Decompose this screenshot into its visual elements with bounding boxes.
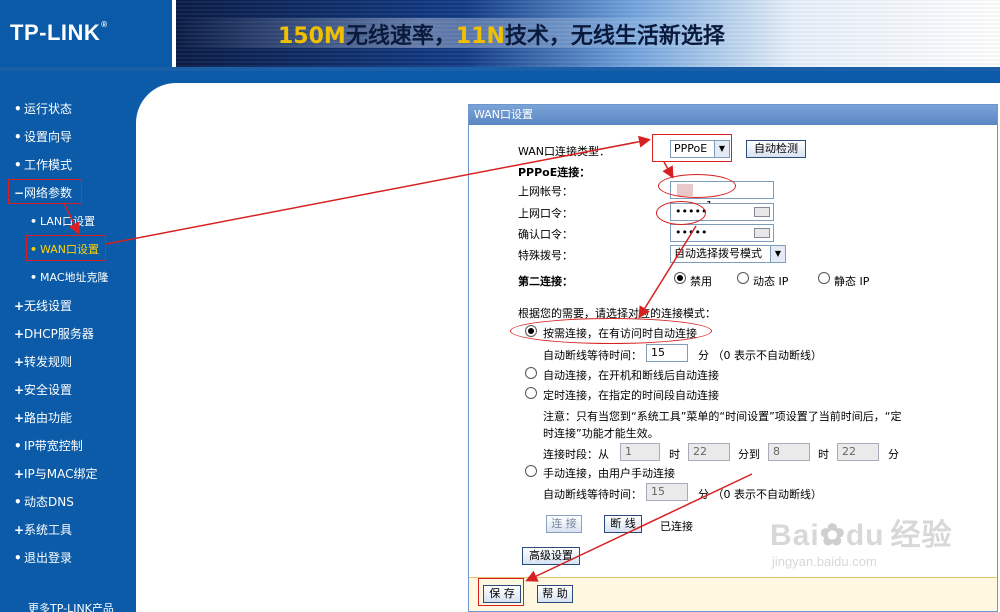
paw-icon: ✿ — [819, 519, 846, 552]
sidebar-item-lan[interactable]: • LAN口设置 — [30, 213, 95, 229]
idle-time-unit-2: 分 （0 表示不自动断线） — [698, 488, 822, 501]
second-conn-dynamic-radio[interactable] — [737, 272, 749, 284]
auto-detect-button[interactable]: 自动检测 — [746, 140, 806, 158]
sidebar-item-work-mode[interactable]: • 工作模式 — [14, 156, 72, 173]
mode-manual-label: 手动连接，由用户手动连接 — [543, 467, 675, 480]
baidu-watermark: Bai✿du 经验 jingyan.baidu.com — [770, 519, 953, 569]
period-end-min[interactable]: 22 — [837, 443, 879, 461]
idle-time-input[interactable]: 15 — [646, 344, 688, 362]
connection-status: 已连接 — [660, 520, 693, 533]
idle-time-input-2[interactable]: 15 — [646, 483, 688, 501]
account-label: 上网帐号： — [518, 185, 573, 198]
panel-footer: 保 存 帮 助 — [469, 577, 997, 611]
keyboard-icon — [754, 207, 770, 217]
idle-time-label-2: 自动断线等待时间： — [543, 488, 642, 501]
mode-timed-radio[interactable] — [525, 387, 537, 399]
sidebar-item-ip-mac[interactable]: +IP与MAC绑定 — [14, 465, 98, 482]
mode-auto-radio[interactable] — [525, 367, 537, 379]
tp-link-logo: TP-LINK® — [10, 20, 108, 45]
sidebar-item-wireless[interactable]: +无线设置 — [14, 297, 72, 314]
annotation-ellipse-on-demand — [510, 318, 712, 344]
annotation-ellipse-password — [656, 201, 706, 225]
mode-auto-label: 自动连接，在开机和断线后自动连接 — [543, 369, 719, 382]
sidebar-item-mac-clone[interactable]: • MAC地址克隆 — [30, 269, 109, 285]
header-banner: 150M无线速率，11N技术，无线生活新选择 — [176, 0, 1000, 67]
password-label: 上网口令： — [518, 207, 573, 220]
period-start-min[interactable]: 22 — [688, 443, 730, 461]
annotation-box-wan-type — [652, 134, 732, 162]
sidebar-item-routing[interactable]: +路由功能 — [14, 409, 72, 426]
second-conn-dynamic-label: 动态 IP — [753, 275, 789, 288]
annotation-ellipse-account — [658, 174, 736, 198]
timed-note-line1: 注意：只有当您到“系统工具”菜单的“时间设置”项设置了当前时间后，“定 — [543, 410, 902, 423]
period-end-hour[interactable]: 8 — [768, 443, 810, 461]
period-start-hour[interactable]: 1 — [620, 443, 660, 461]
wan-type-label: WAN口连接类型： — [518, 145, 611, 158]
special-dial-label: 特殊拨号： — [518, 249, 573, 262]
period-label: 连接时段：从 — [543, 448, 609, 461]
second-conn-static-label: 静态 IP — [834, 275, 870, 288]
annotation-box-wan — [26, 235, 106, 261]
disconnect-button[interactable]: 断 线 — [604, 515, 642, 533]
keyboard-icon — [754, 228, 770, 238]
hour-label-2: 时 — [818, 448, 829, 461]
hour-label: 时 — [669, 448, 680, 461]
sidebar-item-status[interactable]: • 运行状态 — [14, 100, 72, 117]
annotation-box-save — [478, 578, 524, 606]
second-conn-disable-radio[interactable] — [674, 272, 686, 284]
idle-time-unit: 分 （0 表示不自动断线） — [698, 349, 822, 362]
help-button[interactable]: 帮 助 — [537, 585, 573, 603]
sidebar-item-ddns[interactable]: • 动态DNS — [14, 493, 74, 510]
timed-note-line2: 时连接”功能才能生效。 — [543, 427, 659, 440]
sidebar-item-forwarding[interactable]: +转发规则 — [14, 353, 72, 370]
logo-area: TP-LINK® — [0, 0, 172, 67]
sidebar-item-security[interactable]: +安全设置 — [14, 381, 72, 398]
confirm-password-label: 确认口令： — [518, 228, 573, 241]
mode-timed-label: 定时连接，在指定的时间段自动连接 — [543, 389, 719, 402]
banner-slogan: 150M无线速率，11N技术，无线生活新选择 — [278, 24, 725, 49]
pppoe-section-label: PPPoE连接： — [518, 166, 591, 179]
panel-title: WAN口设置 — [469, 105, 997, 125]
confirm-password-input[interactable]: ••••• — [670, 224, 774, 242]
sidebar-item-logout[interactable]: • 退出登录 — [14, 549, 72, 566]
mode-manual-radio[interactable] — [525, 465, 537, 477]
special-dial-select[interactable]: 自动选择拨号模式 ▼ — [670, 245, 786, 263]
second-connection-label: 第二连接： — [518, 275, 573, 288]
second-conn-static-radio[interactable] — [818, 272, 830, 284]
min-label: 分 — [888, 448, 899, 461]
idle-time-label: 自动断线等待时间： — [543, 349, 642, 362]
sidebar-item-wizard[interactable]: • 设置向导 — [14, 128, 72, 145]
sidebar-item-system-tools[interactable]: +系统工具 — [14, 521, 72, 538]
sidebar-item-dhcp[interactable]: +DHCP服务器 — [14, 325, 94, 342]
advanced-settings-button[interactable]: 高级设置 — [522, 547, 580, 565]
sidebar-item-bandwidth[interactable]: • IP带宽控制 — [14, 437, 83, 454]
header: TP-LINK® 150M无线速率，11N技术，无线生活新选择 — [0, 0, 1000, 71]
second-conn-disable-label: 禁用 — [690, 275, 712, 288]
chevron-down-icon: ▼ — [770, 246, 785, 262]
connect-button[interactable]: 连 接 — [546, 515, 582, 533]
annotation-box-network — [8, 179, 82, 204]
sidebar-more-products-link[interactable]: 更多TP-LINK产品 — [28, 600, 114, 612]
min-to-label: 分到 — [738, 448, 760, 461]
